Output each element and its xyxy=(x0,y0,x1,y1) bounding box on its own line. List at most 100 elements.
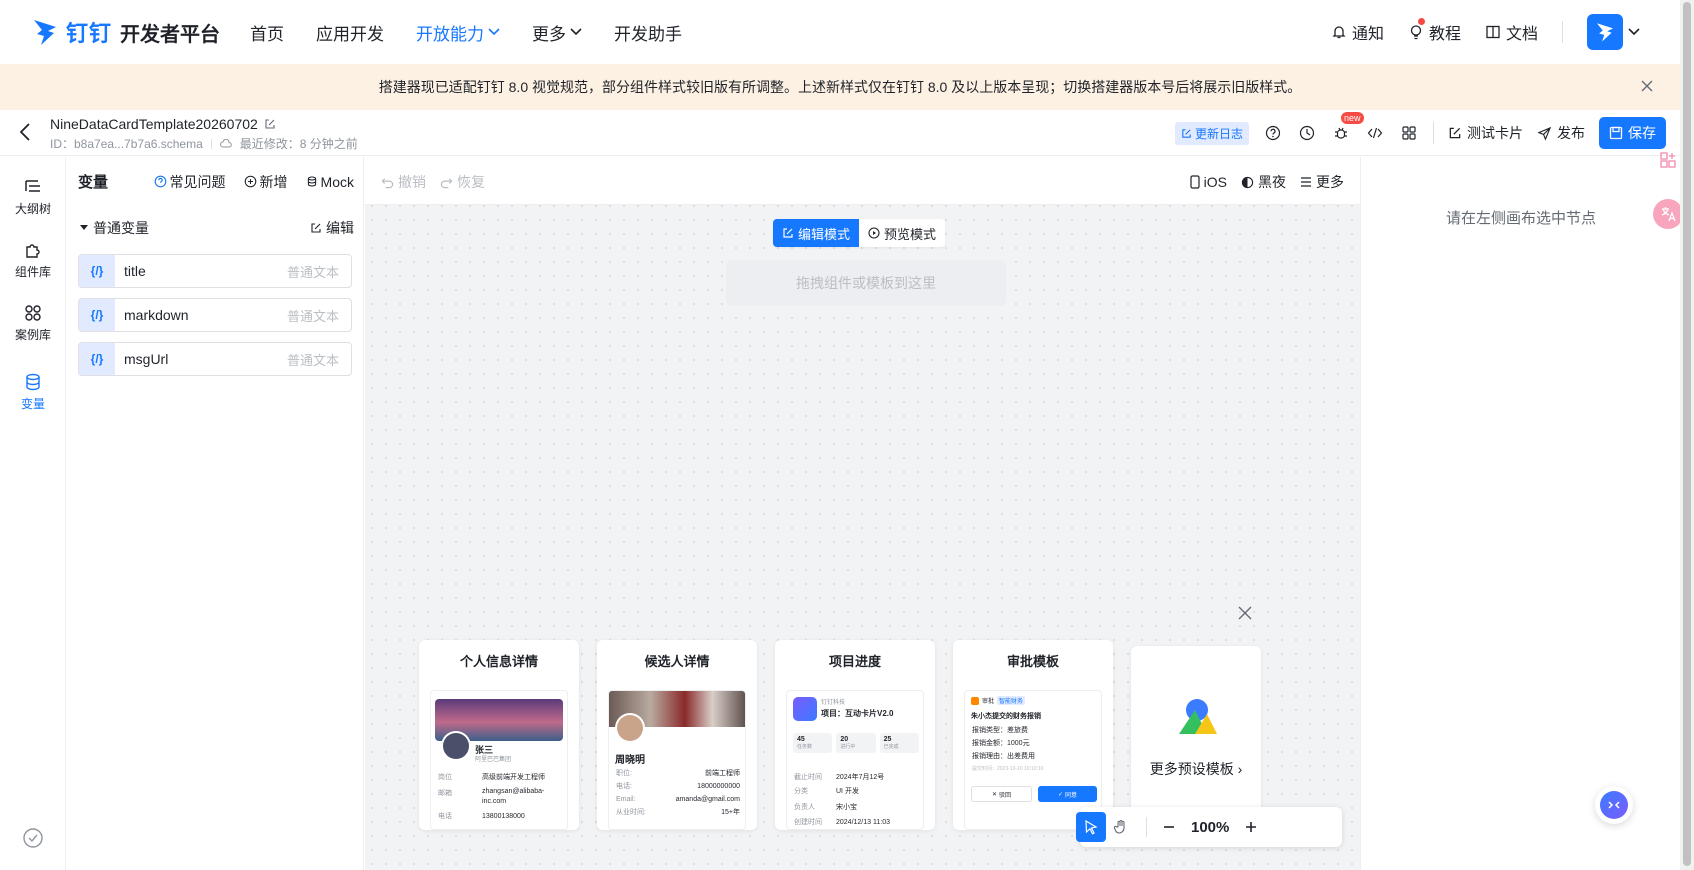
ios-toggle[interactable]: iOS xyxy=(1190,172,1227,192)
cloud-icon xyxy=(219,138,232,149)
zoom-out-button[interactable] xyxy=(1163,821,1175,833)
more-templates-card[interactable]: 更多预设模板 › xyxy=(1131,646,1261,830)
rail-variables[interactable]: 变量 xyxy=(0,372,66,412)
edit-icon xyxy=(782,227,794,239)
save-button[interactable]: 保存 xyxy=(1599,117,1666,149)
undo-button[interactable]: 撤销 xyxy=(381,172,426,192)
help-icon xyxy=(154,175,167,188)
logo-brand: 钉钉 xyxy=(66,21,113,46)
puzzle-icon xyxy=(0,240,66,260)
redo-button[interactable]: 恢复 xyxy=(440,172,485,192)
caret-down-icon[interactable] xyxy=(80,225,88,231)
stat-box: 25 已完成 xyxy=(879,733,919,753)
translate-icon[interactable] xyxy=(1653,199,1683,229)
docs-button[interactable]: 文档 xyxy=(1485,20,1538,44)
select-tool[interactable] xyxy=(1076,812,1106,842)
undo-label: 撤销 xyxy=(398,174,426,190)
nav-dev-assistant[interactable]: 开发助手 xyxy=(614,20,682,45)
divider xyxy=(210,138,212,149)
faq-button[interactable]: 常见问题 xyxy=(154,172,226,192)
properties-empty-hint: 请在左侧画布选中节点 xyxy=(1445,210,1596,227)
redo-icon xyxy=(440,176,453,189)
apps-icon xyxy=(0,303,66,323)
template-title: 审批模板 xyxy=(1006,654,1059,669)
info-row: 电话: 18000000000 xyxy=(616,783,740,790)
mock-button[interactable]: Mock xyxy=(306,172,354,192)
nav-right: 通知 教程 文档 xyxy=(1331,0,1680,64)
variable-type-icon: {/} xyxy=(79,343,115,375)
logo[interactable]: 钉钉 开发者平台 xyxy=(32,16,220,48)
template-card[interactable]: 个人信息详情 张三 阿里巴巴集团 岗位 高级前端开发工程师 邮箱 zhangsan@… xyxy=(419,640,579,830)
add-variable-button[interactable]: 新增 xyxy=(244,172,288,192)
variable-row[interactable]: {/} markdown 普通文本 xyxy=(78,298,352,332)
template-card[interactable]: 审批模板 审批 智能财务 朱小杰提交的财务报销 报销类型： 差旅费 报销金额： 10… xyxy=(953,640,1113,830)
preview-mode-button[interactable]: 预览模式 xyxy=(859,219,946,247)
template-card[interactable]: 候选人详情 周晓明 职位: 前端工程师 电话: 18000000000 Email:… xyxy=(597,640,757,830)
add-label: 新增 xyxy=(259,173,288,190)
approval-tag: 审批 xyxy=(982,699,995,705)
info-row: 报销理由： 出差费用 xyxy=(972,753,1035,760)
user-menu[interactable] xyxy=(1587,14,1640,50)
publish-button[interactable]: 发布 xyxy=(1537,123,1585,143)
hand-tool[interactable] xyxy=(1106,812,1136,842)
save-label: 保存 xyxy=(1628,125,1656,141)
divider xyxy=(1562,21,1563,43)
rail-outline[interactable]: 大纲树 xyxy=(0,177,66,217)
redo-label: 恢复 xyxy=(457,174,485,190)
edit-label: 编辑 xyxy=(326,220,354,236)
logo-title: 开发者平台 xyxy=(120,23,221,46)
moon-icon xyxy=(1241,176,1254,189)
nav-more[interactable]: 更多 xyxy=(532,20,582,45)
canvas-view-controls: iOS 黑夜 更多 xyxy=(1190,172,1344,192)
approve-button[interactable]: ✓ 同意 xyxy=(1038,786,1097,802)
variable-type-icon: {/} xyxy=(79,299,115,331)
edit-mode-button[interactable]: 编辑模式 xyxy=(773,219,860,247)
variable-group: 普通变量 编辑 xyxy=(80,218,354,238)
dingtalk-logo-icon xyxy=(32,17,58,47)
approval-title: 朱小杰提交的财务报销 xyxy=(971,713,1041,720)
grid-icon[interactable] xyxy=(1399,123,1419,143)
variable-row[interactable]: {/} title 普通文本 xyxy=(78,254,352,288)
rail-components[interactable]: 组件库 xyxy=(0,240,66,280)
template-card[interactable]: 项目进度 钉钉科技 项目：互动卡片V2.0 45 任务数 20 进行中 25 已完成 … xyxy=(775,640,935,830)
nav-home[interactable]: 首页 xyxy=(250,20,284,45)
org-name: 钉钉科技 xyxy=(821,700,846,706)
canvas[interactable]: 撤销 恢复 iOS 黑夜 更多 编辑模式 预览模式 拖拽组件或模板到这里 个人信… xyxy=(365,157,1360,870)
variable-type-icon: {/} xyxy=(79,255,115,287)
history-icon[interactable] xyxy=(1297,123,1317,143)
variables-panel: 变量 常见问题 新增 Mock 普通变量 编辑 {/} title 普通文本 {… xyxy=(66,157,364,870)
template-id: ID：b8a7ea...7b7a6.schema xyxy=(50,137,203,151)
zoom-in-button[interactable] xyxy=(1245,821,1257,833)
variable-group-label: 普通变量 xyxy=(93,220,149,236)
tutorial-button[interactable]: 教程 xyxy=(1408,18,1461,44)
component-icon[interactable] xyxy=(1653,145,1683,175)
test-card-button[interactable]: 测试卡片 xyxy=(1448,123,1523,143)
close-icon[interactable] xyxy=(1640,79,1654,93)
edit-group-button[interactable]: 编辑 xyxy=(310,218,354,238)
rail-cases[interactable]: 案例库 xyxy=(0,303,66,343)
close-icon[interactable] xyxy=(1237,605,1253,621)
nav-open-capabilities[interactable]: 开放能力 xyxy=(416,20,500,45)
check-circle-icon[interactable] xyxy=(22,827,44,849)
edit-icon xyxy=(310,222,322,234)
back-icon[interactable] xyxy=(18,122,32,142)
play-circle-icon xyxy=(868,227,880,239)
changelog-button[interactable]: 更新日志 xyxy=(1174,121,1249,145)
notify-button[interactable]: 通知 xyxy=(1331,20,1384,44)
variable-name: markdown xyxy=(124,307,189,323)
code-icon[interactable] xyxy=(1365,123,1385,143)
nav-app-dev[interactable]: 应用开发 xyxy=(316,20,384,45)
reject-button[interactable]: ✕ 驳回 xyxy=(971,786,1032,802)
more-templates-link[interactable]: 更多预设模板 › xyxy=(1131,759,1261,779)
scrollbar-thumb[interactable] xyxy=(1683,2,1691,866)
edit-icon[interactable] xyxy=(264,118,276,130)
dark-mode-toggle[interactable]: 黑夜 xyxy=(1241,172,1286,192)
drop-zone[interactable]: 拖拽组件或模板到这里 xyxy=(726,260,1006,306)
variable-row[interactable]: {/} msgUrl 普通文本 xyxy=(78,342,352,376)
assistant-icon[interactable] xyxy=(1595,786,1633,824)
help-icon[interactable] xyxy=(1263,123,1283,143)
more-button[interactable]: 更多 xyxy=(1300,172,1344,192)
menu-icon xyxy=(1300,176,1312,188)
scrollbar[interactable] xyxy=(1680,0,1694,870)
debug-icon[interactable]: new xyxy=(1331,112,1364,143)
